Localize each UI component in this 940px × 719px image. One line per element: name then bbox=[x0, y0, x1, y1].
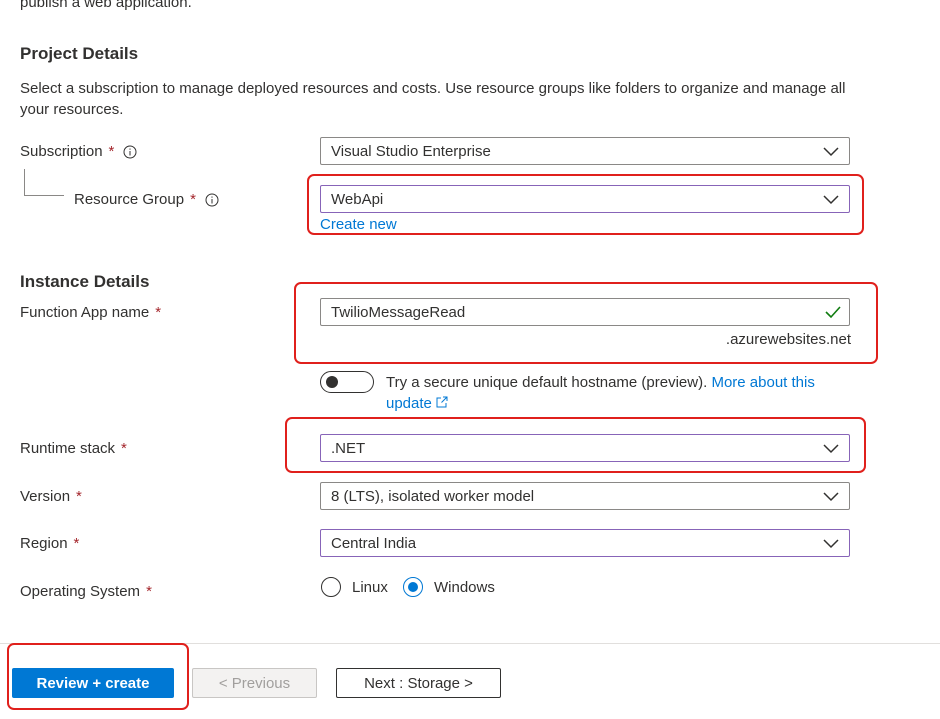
project-details-description: Select a subscription to manage deployed… bbox=[20, 80, 846, 118]
tree-connector-horizontal bbox=[24, 195, 64, 196]
required-marker: * bbox=[155, 304, 162, 321]
windows-radio[interactable] bbox=[403, 577, 423, 597]
region-label: Region bbox=[20, 535, 68, 552]
chevron-down-icon bbox=[823, 539, 839, 549]
project-details-title: Project Details bbox=[20, 44, 139, 63]
chevron-down-icon bbox=[823, 492, 839, 502]
subscription-value: Visual Studio Enterprise bbox=[331, 142, 491, 160]
highlight-box-review-create bbox=[7, 643, 189, 710]
region-dropdown[interactable]: Central India bbox=[320, 529, 850, 557]
operating-system-label-row: Operating System * bbox=[20, 583, 152, 600]
next-storage-button[interactable]: Next : Storage > bbox=[336, 668, 501, 698]
region-label-row: Region * bbox=[20, 535, 79, 552]
highlight-box-resource-group bbox=[307, 174, 864, 235]
required-marker: * bbox=[73, 535, 80, 552]
info-icon[interactable] bbox=[123, 145, 137, 159]
required-marker: * bbox=[108, 143, 115, 160]
operating-system-label: Operating System bbox=[20, 583, 141, 600]
subscription-label: Subscription bbox=[20, 143, 103, 160]
info-icon[interactable] bbox=[205, 193, 219, 207]
toggle-knob bbox=[326, 376, 338, 388]
required-marker: * bbox=[190, 191, 196, 208]
chevron-down-icon bbox=[823, 147, 839, 157]
hostname-toggle-description: Try a secure unique default hostname (pr… bbox=[386, 374, 708, 391]
version-label-row: Version * bbox=[20, 488, 82, 505]
update-link[interactable]: update bbox=[386, 395, 432, 412]
clipped-header-text: publish a web application. bbox=[20, 0, 192, 11]
version-label: Version bbox=[20, 488, 71, 505]
required-marker: * bbox=[121, 440, 127, 457]
hostname-toggle-text: Try a secure unique default hostname (pr… bbox=[386, 372, 846, 414]
version-dropdown[interactable]: 8 (LTS), isolated worker model bbox=[320, 482, 850, 510]
runtime-stack-label-row: Runtime stack * bbox=[20, 440, 127, 457]
resource-group-label-row: Resource Group * bbox=[74, 191, 219, 208]
linux-radio-label[interactable]: Linux bbox=[352, 579, 388, 596]
tree-connector-vertical bbox=[24, 169, 25, 195]
external-link-icon[interactable] bbox=[436, 396, 448, 408]
required-marker: * bbox=[76, 488, 82, 505]
previous-button[interactable]: < Previous bbox=[192, 668, 317, 698]
more-about-link[interactable]: More about this bbox=[711, 374, 814, 391]
subscription-dropdown[interactable]: Visual Studio Enterprise bbox=[320, 137, 850, 165]
windows-radio-label[interactable]: Windows bbox=[434, 579, 495, 596]
instance-details-title: Instance Details bbox=[20, 272, 150, 291]
runtime-stack-label: Runtime stack bbox=[20, 440, 116, 457]
highlight-box-runtime-stack bbox=[285, 417, 866, 473]
function-app-name-label-row: Function App name * bbox=[20, 304, 161, 321]
highlight-box-function-app-name bbox=[294, 282, 878, 364]
resource-group-label: Resource Group bbox=[74, 191, 185, 208]
hostname-toggle[interactable] bbox=[320, 371, 374, 393]
linux-radio[interactable] bbox=[321, 577, 341, 597]
required-marker: * bbox=[146, 583, 152, 600]
function-app-name-label: Function App name bbox=[20, 304, 150, 321]
region-value: Central India bbox=[331, 534, 417, 552]
version-value: 8 (LTS), isolated worker model bbox=[331, 487, 535, 505]
subscription-label-row: Subscription * bbox=[20, 143, 137, 160]
